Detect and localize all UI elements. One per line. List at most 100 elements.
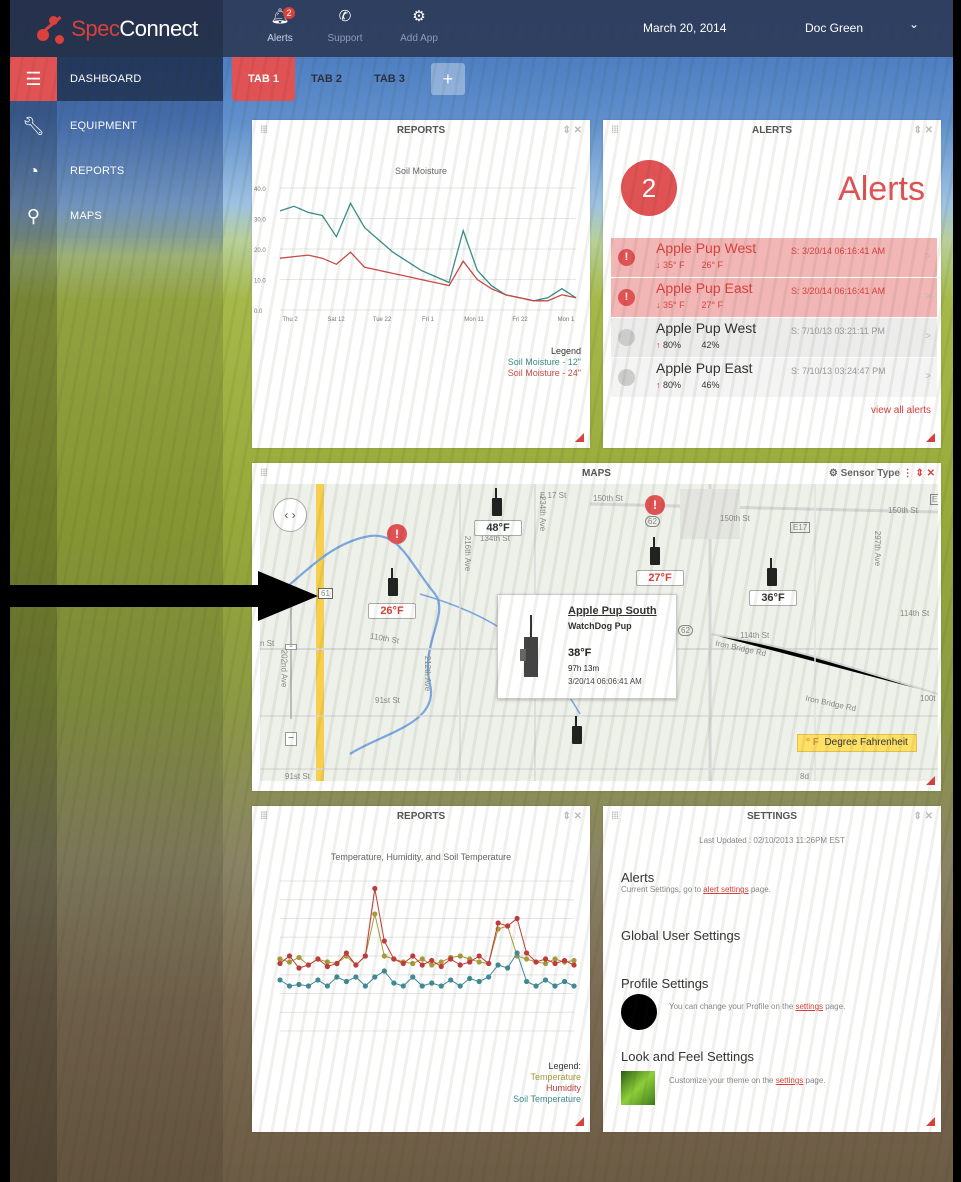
profile-settings-link[interactable]: settings bbox=[795, 1002, 823, 1011]
logo[interactable]: SpecConnect bbox=[10, 0, 223, 57]
pan-control[interactable]: ‹ › bbox=[273, 498, 307, 532]
status-dot-icon bbox=[618, 369, 635, 386]
map-label: 150th St bbox=[888, 506, 918, 515]
data-point bbox=[372, 885, 378, 892]
alert-settings-link[interactable]: alert settings bbox=[703, 885, 748, 894]
alert-row[interactable]: Apple Pup West ↑ 80% 42% S: 7/10/13 03:2… bbox=[611, 318, 937, 357]
series-line bbox=[279, 913, 575, 966]
sidebar-item-label: REPORTS bbox=[70, 165, 125, 177]
popup-duration: 97h 13m bbox=[568, 664, 600, 673]
chevron-right-icon: > bbox=[925, 371, 931, 382]
data-point bbox=[571, 983, 577, 989]
sidebar-item-reports[interactable]: ◔ REPORTS bbox=[10, 149, 223, 193]
sensor-type-selector[interactable]: ⚙ Sensor Type ⋮ ⇕ ✕ bbox=[829, 463, 935, 485]
data-point bbox=[277, 977, 283, 983]
data-point bbox=[334, 974, 340, 980]
drag-handle-icon[interactable]: ⁞⁞⁞ bbox=[611, 120, 619, 142]
data-point bbox=[353, 962, 359, 968]
y-tick-label: 0.0 bbox=[254, 309, 263, 315]
sensor-temp-tag[interactable]: 27°F bbox=[636, 570, 684, 586]
resize-handle[interactable] bbox=[926, 433, 935, 442]
alert-pin-icon[interactable]: ! bbox=[645, 495, 665, 515]
zoom-slider[interactable] bbox=[290, 604, 292, 719]
tab-2[interactable]: TAB 2 bbox=[295, 57, 358, 101]
panel-header: ⁞⁞⁞ REPORTS ⇕ ✕ bbox=[252, 120, 590, 142]
panel-controls[interactable]: ⇕ ✕ bbox=[562, 120, 582, 142]
x-tick-label: Thu 2 bbox=[282, 317, 298, 323]
resize-handle[interactable] bbox=[926, 776, 935, 785]
chart-legend: Legend Soil Moisture - 12" Soil Moisture… bbox=[508, 346, 581, 379]
drag-handle-icon[interactable]: ⁞⁞⁞ bbox=[611, 806, 619, 828]
data-point bbox=[448, 977, 454, 983]
list-icon: ☰ bbox=[10, 57, 57, 101]
sidebar-item-label: MAPS bbox=[70, 210, 102, 222]
alert-row[interactable]: ! Apple Pup West ↓ 35° F 26° F S: 3/20/1… bbox=[611, 238, 937, 277]
sensor-marker-icon[interactable] bbox=[388, 568, 398, 596]
sidebar-item-maps[interactable]: ⚲ MAPS bbox=[10, 194, 223, 238]
map-label: 150th St bbox=[593, 494, 623, 503]
data-point bbox=[381, 968, 387, 974]
sidebar-item-dashboard[interactable]: ☰ DASHBOARD bbox=[10, 57, 223, 101]
support-nav-button[interactable]: ✆ Support bbox=[315, 6, 375, 46]
tab-1[interactable]: TAB 1 bbox=[232, 57, 295, 101]
sensor-temp-tag[interactable]: 26°F bbox=[368, 603, 416, 619]
user-menu-chevron-down-icon[interactable]: ⌄ bbox=[909, 17, 919, 31]
drag-handle-icon[interactable]: ⁞⁞⁞ bbox=[260, 806, 268, 828]
add-app-nav-button[interactable]: ⚙ Add App bbox=[389, 6, 449, 46]
panel-controls[interactable]: ⇕ ✕ bbox=[913, 120, 933, 142]
data-point bbox=[476, 953, 482, 959]
data-point bbox=[419, 962, 425, 968]
logo-mark-icon bbox=[35, 14, 67, 44]
theme-settings-link[interactable]: settings bbox=[776, 1076, 804, 1085]
wrench-icon: 🔧︎ bbox=[22, 115, 45, 136]
data-point bbox=[486, 960, 492, 967]
drag-handle-icon[interactable]: ⁞⁞⁞ bbox=[260, 463, 268, 485]
resize-handle[interactable] bbox=[926, 1117, 935, 1126]
sensor-marker-icon[interactable] bbox=[492, 488, 502, 516]
unit-badge[interactable]: ° F Degree Fahrenheit bbox=[797, 734, 917, 752]
alert-row[interactable]: ! Apple Pup East ↓ 35° F 27° F S: 3/20/1… bbox=[611, 278, 937, 317]
tab-bar: TAB 1 TAB 2 TAB 3 + bbox=[232, 57, 465, 101]
alert-sensor-name: Apple Pup West bbox=[656, 240, 757, 256]
panel-controls[interactable]: ⇕ ✕ bbox=[562, 806, 582, 828]
theme-thumbnail[interactable] bbox=[621, 1071, 655, 1105]
avatar[interactable] bbox=[621, 994, 657, 1030]
map-label: E17 bbox=[930, 494, 938, 505]
data-point bbox=[457, 953, 463, 959]
view-all-alerts-link[interactable]: view all alerts bbox=[871, 405, 931, 416]
data-point bbox=[457, 962, 463, 968]
resize-handle[interactable] bbox=[575, 433, 584, 442]
user-name[interactable]: Doc Green bbox=[805, 21, 863, 35]
zoom-out-button[interactable]: − bbox=[285, 732, 297, 746]
data-point bbox=[410, 974, 416, 980]
tab-3[interactable]: TAB 3 bbox=[358, 57, 421, 101]
resize-handle[interactable] bbox=[575, 1117, 584, 1126]
alerts-nav-button[interactable]: 🔔︎ 2 Alerts bbox=[250, 6, 310, 46]
add-tab-button[interactable]: + bbox=[430, 63, 465, 95]
data-point bbox=[542, 956, 549, 962]
global-settings-title[interactable]: Global User Settings bbox=[621, 928, 740, 943]
data-point bbox=[552, 983, 558, 989]
sidebar-item-label: DASHBOARD bbox=[70, 73, 142, 85]
zoom-slider-handle[interactable]: - bbox=[285, 642, 297, 652]
map-label: 91st St bbox=[375, 696, 400, 705]
chevron-right-icon: > bbox=[925, 251, 931, 262]
alert-pin-icon[interactable]: ! bbox=[387, 524, 407, 544]
drag-handle-icon[interactable]: ⁞⁞⁞ bbox=[260, 120, 268, 142]
current-date: March 20, 2014 bbox=[643, 21, 727, 35]
sidebar-item-equipment[interactable]: 🔧︎ EQUIPMENT bbox=[10, 104, 223, 148]
data-point bbox=[561, 957, 568, 964]
data-point bbox=[353, 974, 359, 980]
panel-controls[interactable]: ⇕ ✕ bbox=[913, 806, 933, 828]
data-point bbox=[467, 975, 473, 982]
popup-sensor-name[interactable]: Apple Pup South bbox=[568, 605, 657, 617]
sensor-marker-icon[interactable] bbox=[767, 558, 777, 586]
panel-header: ⁞⁞⁞ SETTINGS ⇕ ✕ bbox=[603, 806, 941, 828]
alert-row[interactable]: Apple Pup East ↑ 80% 46% S: 7/10/13 03:2… bbox=[611, 358, 937, 397]
sensor-marker-icon[interactable] bbox=[572, 716, 582, 744]
sensor-temp-tag[interactable]: 36°F bbox=[749, 590, 797, 606]
sensor-marker-icon[interactable] bbox=[650, 537, 660, 565]
warning-icon: ! bbox=[618, 289, 635, 306]
map-view[interactable]: E 17 St 150th St 150th St E17 150th St E… bbox=[260, 484, 938, 781]
sensor-temp-tag[interactable]: 48°F bbox=[474, 520, 522, 536]
